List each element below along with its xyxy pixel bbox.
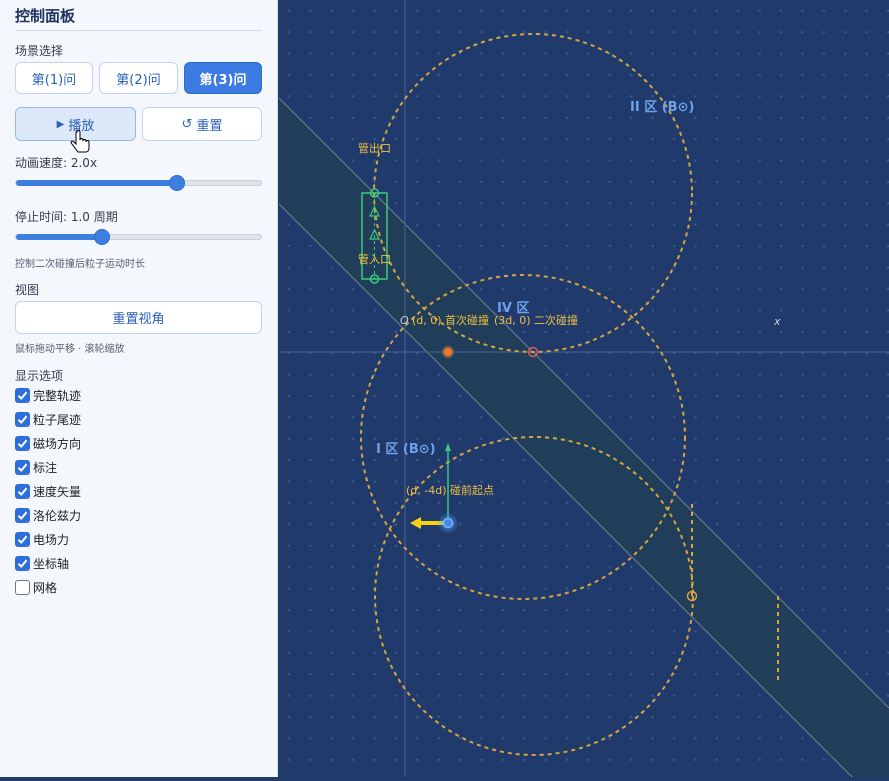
scene-3-button[interactable]: 第(3)问 bbox=[184, 62, 262, 94]
checkbox-checked-icon[interactable] bbox=[15, 460, 30, 475]
speed-slider-thumb[interactable] bbox=[169, 176, 184, 190]
checkbox-checked-icon[interactable] bbox=[15, 484, 30, 499]
option-label: 洛伦兹力 bbox=[33, 509, 82, 523]
option-label: 标注 bbox=[33, 461, 58, 475]
view-section-label: 视图 bbox=[15, 283, 40, 297]
scene-section-label: 场景选择 bbox=[15, 44, 64, 58]
option-row[interactable]: 标注 bbox=[15, 459, 57, 476]
stop-time-hint: 控制二次碰撞后粒子运动时长 bbox=[15, 259, 145, 270]
pipe-exit-label: 管出口 bbox=[358, 141, 391, 155]
option-row[interactable]: 速度矢量 bbox=[15, 483, 81, 500]
option-label: 网格 bbox=[33, 581, 58, 595]
scene-1-button[interactable]: 第(1)问 bbox=[15, 62, 93, 94]
option-row[interactable]: 网格 bbox=[15, 579, 57, 596]
first-collision-label: (d, 0) 首次碰撞 bbox=[412, 313, 489, 327]
option-label: 完整轨迹 bbox=[33, 389, 82, 403]
option-row[interactable]: 洛伦兹力 bbox=[15, 507, 81, 524]
reset-label: 重置 bbox=[196, 118, 223, 134]
checkbox-checked-icon[interactable] bbox=[15, 556, 30, 571]
reset-view-button[interactable]: 重置视角 bbox=[15, 301, 262, 334]
second-collision-label: (3d, 0) 二次碰撞 bbox=[494, 313, 578, 327]
checkbox-checked-icon[interactable] bbox=[15, 388, 30, 403]
checkbox-checked-icon[interactable] bbox=[15, 412, 30, 427]
particle[interactable] bbox=[443, 518, 453, 528]
play-icon: ▶ bbox=[56, 118, 65, 130]
region-1-label: I 区 (B⊙) bbox=[376, 442, 436, 457]
speed-slider[interactable] bbox=[15, 176, 262, 190]
option-row[interactable]: 磁场方向 bbox=[15, 435, 81, 452]
x-axis-label: x bbox=[773, 315, 781, 328]
control-panel: 控制面板 场景选择 第(1)问 第(2)问 第(3)问 ▶ 播放 ↺ 重置 动画… bbox=[0, 0, 278, 777]
option-row[interactable]: 坐标轴 bbox=[15, 555, 69, 572]
region-2-label: II 区 (B⊙) bbox=[630, 100, 694, 115]
option-label: 坐标轴 bbox=[33, 557, 70, 571]
simulation-svg[interactable]: x 管出口 管入口 II 区 (B⊙) IV 区 I 区 (B⊙) O (d, … bbox=[278, 0, 889, 778]
option-label: 粒子尾迹 bbox=[33, 413, 82, 427]
option-row[interactable]: 粒子尾迹 bbox=[15, 411, 81, 428]
simulation-canvas[interactable]: x 管出口 管入口 II 区 (B⊙) IV 区 I 区 (B⊙) O (d, … bbox=[278, 0, 889, 778]
start-point-label: (d, -4d) 碰前起点 bbox=[406, 483, 494, 497]
option-row[interactable]: 完整轨迹 bbox=[15, 387, 81, 404]
view-hint: 鼠标拖动平移 · 滚轮缩放 bbox=[15, 344, 125, 355]
pipe-entry-label: 管入口 bbox=[358, 252, 391, 266]
stop-time-label: 停止时间: 1.0 周期 bbox=[15, 210, 118, 224]
hand-cursor-icon bbox=[70, 130, 90, 153]
stop-time-slider-thumb[interactable] bbox=[95, 230, 110, 244]
scene-2-button[interactable]: 第(2)问 bbox=[99, 62, 178, 94]
checkbox-unchecked-icon[interactable] bbox=[15, 580, 30, 595]
option-label: 磁场方向 bbox=[33, 437, 82, 451]
speed-slider-fill bbox=[16, 180, 177, 186]
stop-time-slider[interactable] bbox=[15, 230, 262, 244]
reset-icon: ↺ bbox=[181, 116, 193, 132]
option-row[interactable]: 电场力 bbox=[15, 531, 69, 548]
reset-button[interactable]: ↺ 重置 bbox=[142, 107, 262, 141]
option-label: 电场力 bbox=[33, 533, 70, 547]
origin-label: O bbox=[400, 314, 409, 327]
option-label: 速度矢量 bbox=[33, 485, 82, 499]
title-divider bbox=[15, 30, 262, 31]
first-collision-point bbox=[444, 348, 452, 356]
checkbox-checked-icon[interactable] bbox=[15, 436, 30, 451]
checkbox-checked-icon[interactable] bbox=[15, 508, 30, 523]
stop-time-slider-fill bbox=[16, 234, 103, 240]
panel-title: 控制面板 bbox=[15, 7, 76, 25]
checkbox-checked-icon[interactable] bbox=[15, 532, 30, 547]
display-section-label: 显示选项 bbox=[15, 369, 64, 383]
